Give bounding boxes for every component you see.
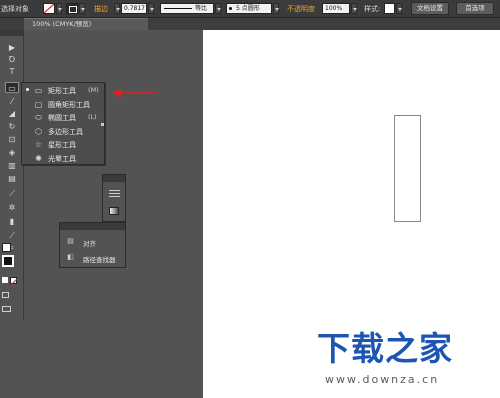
flyout-item[interactable]: ▭ 矩形工具 (M) xyxy=(24,84,100,97)
flyout-item[interactable]: ✺ 光晕工具 xyxy=(24,152,100,165)
flare-icon: ✺ xyxy=(35,153,42,163)
eyedropper-icon[interactable]: ⟋ xyxy=(5,188,19,199)
opacity-dropdown[interactable] xyxy=(351,3,357,14)
selected-dot-icon xyxy=(26,88,29,91)
eraser-icon[interactable]: ◢ xyxy=(5,108,19,119)
graph-icon[interactable]: ▥ xyxy=(5,160,19,171)
shape-builder-icon[interactable]: ◈ xyxy=(5,147,19,158)
none-mode-icon[interactable] xyxy=(10,277,18,285)
panel-item-label: 路径查找器 xyxy=(83,256,116,264)
rounded-rectangle-icon: ▢ xyxy=(34,99,43,109)
brush-definition[interactable]: 5 点圆形 xyxy=(226,3,272,14)
annotation-arrow-icon xyxy=(112,89,157,97)
brush-dropdown[interactable] xyxy=(273,3,279,14)
collapsed-panel-header[interactable] xyxy=(103,175,125,182)
symbol-sprayer-icon[interactable]: ✲ xyxy=(5,202,19,213)
collapsed-panel xyxy=(102,174,126,222)
flyout-item[interactable]: ⬡ 多边形工具 xyxy=(24,125,100,138)
control-bar: 选择对象 描边 0.7817 等比 5 点圆形 不透明度 100% 样式: 文档… xyxy=(0,0,500,18)
line-preview-icon xyxy=(164,8,192,9)
stroke-dropdown[interactable] xyxy=(79,3,85,14)
document-tab-title: 100% (CMYK/预览) xyxy=(32,20,92,28)
panel-item-label: 对齐 xyxy=(83,240,96,248)
line-style-label: 等比 xyxy=(195,5,208,12)
graphic-style-swatch[interactable] xyxy=(384,3,395,14)
brush-label: 5 点圆形 xyxy=(236,5,260,12)
graphic-style-dropdown[interactable] xyxy=(396,3,402,14)
stroke-color-box[interactable] xyxy=(2,255,14,267)
draw-mode-icon[interactable] xyxy=(2,292,9,298)
align-panel-header[interactable] xyxy=(60,223,125,230)
selection-icon[interactable]: ▶ xyxy=(5,42,19,53)
polygon-icon: ⬡ xyxy=(35,126,42,136)
flyout-item[interactable]: ⬭ 椭圆工具 (L) xyxy=(24,111,100,124)
opacity-label[interactable]: 不透明度 xyxy=(287,4,315,14)
stroke-weight-stepper[interactable] xyxy=(114,3,120,14)
gradient-panel-icon[interactable] xyxy=(109,207,119,215)
stroke-panel-icon[interactable] xyxy=(109,190,120,191)
pathfinder-icon: ◧ xyxy=(67,253,74,261)
profile-dropdown[interactable] xyxy=(215,3,221,14)
brush-dot-icon xyxy=(229,7,232,10)
color-mode-icon[interactable] xyxy=(2,277,8,283)
tearoff-icon[interactable] xyxy=(101,123,104,126)
variable-width-profile[interactable]: 等比 xyxy=(160,3,214,14)
opacity-field[interactable]: 100% xyxy=(322,3,350,14)
rectangle-tool-icon[interactable]: ▭ xyxy=(5,82,19,93)
screen-mode-icon[interactable] xyxy=(2,306,11,312)
flyout-item-shortcut: (M) xyxy=(88,86,99,94)
default-fill-swatch[interactable] xyxy=(2,243,11,252)
fill-dropdown[interactable] xyxy=(56,3,62,14)
brush-icon[interactable]: ⁄ xyxy=(5,96,19,107)
stroke-label[interactable]: 描边 xyxy=(94,4,108,14)
flyout-item[interactable]: ☆ 星形工具 xyxy=(24,138,100,151)
watermark-title: 下载之家 xyxy=(317,329,453,368)
flyout-item-label: 矩形工具 xyxy=(48,87,76,95)
shape-tools-flyout: ▭ 矩形工具 (M) ▢ 圆角矩形工具 ⬭ 椭圆工具 (L) ⬡ 多边形工具 ☆ 星形工具 ✺ 光晕工具 xyxy=(21,82,105,165)
ellipse-icon: ⬭ xyxy=(35,113,42,122)
flyout-item-shortcut: (L) xyxy=(88,113,97,121)
selection-mode-label: 选择对象 xyxy=(1,5,29,13)
flyout-item-label: 圆角矩形工具 xyxy=(48,100,90,109)
rectangle-icon: ▭ xyxy=(34,86,43,95)
fill-swatch[interactable] xyxy=(43,3,55,14)
style-label: 样式: xyxy=(364,5,381,13)
preferences-button[interactable]: 首选项 xyxy=(456,2,494,15)
flyout-item-label: 椭圆工具 xyxy=(48,114,76,122)
free-transform-icon[interactable]: ⊡ xyxy=(5,134,19,145)
column-graph-icon[interactable]: ▮ xyxy=(5,216,19,227)
type-icon[interactable]: T xyxy=(5,66,19,77)
tools-panel-header[interactable] xyxy=(0,30,23,36)
slice-icon[interactable]: ⟋ xyxy=(5,230,19,241)
flyout-item-label: 多边形工具 xyxy=(48,127,83,136)
rectangle-shape[interactable] xyxy=(394,115,421,222)
flyout-item-label: 星形工具 xyxy=(48,141,76,149)
flyout-item[interactable]: ▢ 圆角矩形工具 xyxy=(24,98,100,111)
document-tab[interactable]: 100% (CMYK/预览) xyxy=(24,18,148,30)
stroke-swatch[interactable] xyxy=(66,3,78,14)
gradient-icon[interactable]: ▤ xyxy=(5,173,19,184)
panel-item-align[interactable]: ▤ 对齐 xyxy=(64,235,122,249)
align-icon: ▤ xyxy=(67,237,74,245)
tools-panel: ▶ Ꝺ T ▭ ⁄ ◢ ↻ ⊡ ◈ ▥ ▤ ⟋ ✲ ▮ ⟋ ⌕ xyxy=(0,30,24,320)
lasso-icon[interactable]: Ꝺ xyxy=(5,54,19,65)
panel-item-pathfinder[interactable]: ◧ 路径查找器 xyxy=(64,251,122,265)
flyout-item-label: 光晕工具 xyxy=(48,154,76,163)
rotate-icon[interactable]: ↻ xyxy=(5,121,19,132)
document-setup-button[interactable]: 文档设置 xyxy=(411,2,449,15)
star-icon: ☆ xyxy=(34,140,43,149)
watermark-url: www.downza.cn xyxy=(325,373,440,386)
align-pathfinder-panel: ▤ 对齐 ◧ 路径查找器 xyxy=(59,222,126,268)
stroke-weight-field[interactable]: 0.7817 xyxy=(121,3,147,14)
stroke-weight-dropdown[interactable] xyxy=(148,3,154,14)
